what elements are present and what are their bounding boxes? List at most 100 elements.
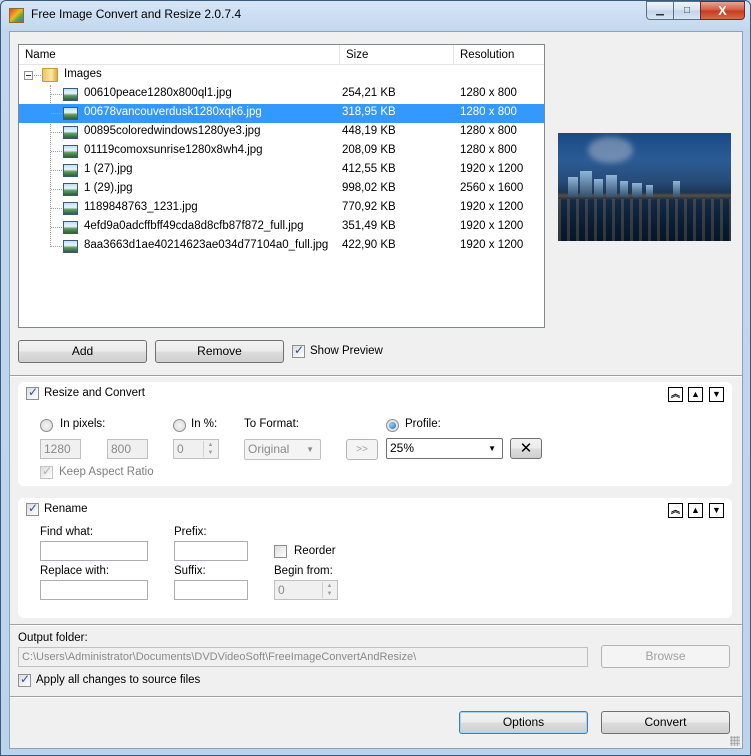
add-button[interactable]: Add: [18, 340, 147, 363]
image-preview: [558, 133, 731, 241]
file-row[interactable]: 4efd9a0adcffbff49cda8d8cfb87f872_full.jp…: [19, 218, 544, 237]
move-down-icon[interactable]: ▼: [709, 503, 724, 518]
suffix-label: Suffix:: [174, 565, 206, 577]
percent-stepper[interactable]: 0 ▲▼: [173, 439, 219, 459]
apply-source-checkbox[interactable]: [18, 674, 31, 687]
remove-button[interactable]: Remove: [155, 340, 284, 363]
in-percent-label: In %:: [191, 418, 217, 430]
app-icon: [9, 8, 24, 23]
resize-grip[interactable]: [730, 736, 740, 746]
folder-icon: [42, 68, 58, 82]
move-up-icon[interactable]: ▲: [688, 503, 703, 518]
resize-convert-checkbox[interactable]: [26, 387, 39, 400]
collapse-all-icon[interactable]: ︽: [668, 387, 683, 402]
find-what-label: Find what:: [40, 526, 93, 538]
divider: [10, 696, 742, 698]
output-folder-input[interactable]: C:\Users\Administrator\Documents\DVDVide…: [18, 647, 588, 667]
file-list-header: Name Size Resolution: [19, 45, 544, 65]
tree-line: [51, 94, 62, 95]
profile-radio[interactable]: [386, 419, 399, 432]
file-resolution: 1280 x 800: [460, 106, 517, 118]
divider: [10, 375, 742, 377]
show-preview-label: Show Preview: [310, 345, 383, 357]
file-row[interactable]: 1 (27).jpg412,55 KB1920 x 1200: [19, 161, 544, 180]
transfer-button[interactable]: >>: [346, 439, 378, 460]
browse-button[interactable]: Browse: [601, 645, 730, 668]
image-file-icon: [63, 107, 78, 120]
file-row[interactable]: 00678vancouverdusk1280xqk6.jpg 318,95 KB 1…: [19, 104, 544, 123]
file-name: 00678vancouverdusk1280xqk6.jpg: [84, 106, 262, 118]
options-button[interactable]: Options: [459, 711, 588, 734]
tree-line: [51, 132, 62, 133]
image-file-icon: [63, 126, 78, 139]
file-row[interactable]: 8aa3663d1ae40214623ae034d77104a0_full.jp…: [19, 237, 544, 256]
rename-title: Rename: [44, 503, 87, 515]
spin-buttons[interactable]: ▲▼: [322, 582, 336, 598]
suffix-input[interactable]: [174, 580, 248, 600]
file-row[interactable]: 1189848763_1231.jpg770,92 KB1920 x 1200: [19, 199, 544, 218]
resize-convert-panel: Resize and Convert ︽ ▲ ▼ In pixels: 1280…: [18, 382, 732, 486]
image-file-icon: [63, 145, 78, 158]
file-name: 00610peace1280x800ql1.jpg: [84, 87, 232, 99]
move-up-icon[interactable]: ▲: [688, 387, 703, 402]
tree-line: [51, 227, 62, 228]
show-preview-checkbox[interactable]: [292, 345, 305, 358]
chevron-down-icon: ▼: [306, 440, 314, 459]
chevron-down-icon: ▼: [488, 439, 496, 458]
in-percent-radio[interactable]: [173, 419, 186, 432]
in-pixels-label: In pixels:: [60, 418, 105, 430]
file-resolution: 1280 x 800: [460, 87, 517, 99]
reorder-checkbox[interactable]: [274, 545, 287, 558]
image-file-icon: [63, 240, 78, 253]
in-pixels-radio[interactable]: [40, 419, 53, 432]
file-size: 998,02 KB: [342, 182, 396, 194]
minimize-button[interactable]: ▁: [646, 1, 673, 20]
file-row[interactable]: 01119comoxsunrise1280x8wh4.jpg208,09 KB1…: [19, 142, 544, 161]
client-area: Name Size Resolution Images 00610peace12…: [9, 31, 743, 749]
title-bar[interactable]: Free Image Convert and Resize 2.0.7.4 ▁ …: [1, 1, 750, 29]
tree-line: [51, 151, 62, 152]
move-down-icon[interactable]: ▼: [709, 387, 724, 402]
tree-root-images[interactable]: Images: [19, 66, 544, 85]
height-input[interactable]: 800: [107, 439, 148, 459]
tree-line: [51, 189, 62, 190]
rename-checkbox[interactable]: [26, 503, 39, 516]
format-select[interactable]: Original ▼: [244, 439, 321, 460]
begin-from-label: Begin from:: [274, 565, 333, 577]
keep-aspect-checkbox[interactable]: [40, 466, 53, 479]
prefix-input[interactable]: [174, 541, 248, 561]
replace-with-input[interactable]: [40, 580, 148, 600]
collapse-icon[interactable]: [24, 71, 33, 80]
maximize-button[interactable]: □: [673, 1, 700, 20]
spin-buttons[interactable]: ▲▼: [203, 441, 217, 457]
tree-root-label: Images: [64, 68, 102, 80]
rename-panel: Rename ︽ ▲ ▼ Find what: Replace with: Pr…: [18, 498, 732, 618]
column-header-resolution[interactable]: Resolution: [454, 45, 545, 65]
file-row[interactable]: 00895coloredwindows1280ye3.jpg448,19 KB1…: [19, 123, 544, 142]
file-row[interactable]: 00610peace1280x800ql1.jpg 254,21 KB 1280 x…: [19, 85, 544, 104]
find-what-input[interactable]: [40, 541, 148, 561]
file-list[interactable]: Name Size Resolution Images 00610peace12…: [18, 44, 545, 328]
column-header-name[interactable]: Name: [19, 45, 340, 65]
collapse-all-icon[interactable]: ︽: [668, 503, 683, 518]
file-size: 254,21 KB: [342, 87, 396, 99]
profile-select[interactable]: 25% ▼: [386, 438, 503, 459]
column-header-size[interactable]: Size: [340, 45, 454, 65]
apply-source-label: Apply all changes to source files: [36, 674, 200, 686]
keep-aspect-label: Keep Aspect Ratio: [59, 466, 154, 478]
image-file-icon: [63, 164, 78, 177]
begin-from-stepper[interactable]: 0 ▲▼: [274, 580, 338, 600]
format-value: Original: [248, 442, 289, 456]
width-input[interactable]: 1280: [40, 439, 81, 459]
close-button[interactable]: X: [700, 1, 745, 20]
tree-line: [34, 75, 41, 76]
convert-button[interactable]: Convert: [601, 711, 730, 734]
file-size: 318,95 KB: [342, 106, 396, 118]
file-name: 1 (29).jpg: [84, 182, 133, 194]
image-file-icon: [63, 202, 78, 215]
delete-profile-button[interactable]: ✕: [510, 438, 542, 459]
resize-convert-title: Resize and Convert: [44, 387, 145, 399]
file-resolution: 2560 x 1600: [460, 182, 523, 194]
file-name: 1 (27).jpg: [84, 163, 133, 175]
file-row[interactable]: 1 (29).jpg 998,02 KB 2560 x 1600: [19, 180, 544, 199]
